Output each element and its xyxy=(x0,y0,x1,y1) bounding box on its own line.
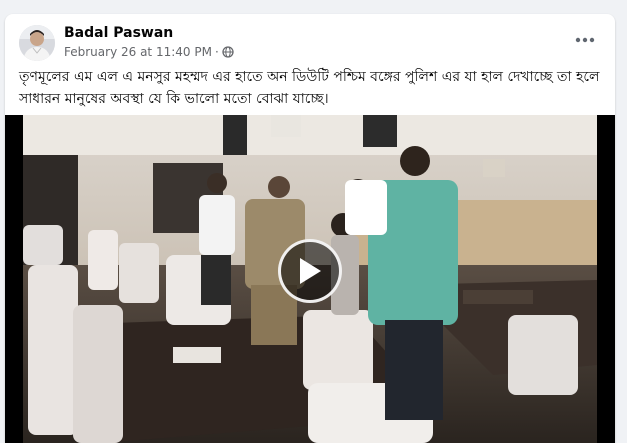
play-button[interactable] xyxy=(278,239,342,303)
more-options-icon xyxy=(575,37,595,43)
globe-icon[interactable] xyxy=(222,46,234,58)
author-avatar[interactable] xyxy=(19,25,55,61)
post-timestamp[interactable]: February 26 at 11:40 PM xyxy=(64,45,212,59)
video-player[interactable] xyxy=(5,115,615,443)
post-meta: February 26 at 11:40 PM · xyxy=(64,45,234,59)
more-options-button[interactable] xyxy=(569,28,601,52)
meta-separator: · xyxy=(214,45,219,59)
play-icon xyxy=(300,258,321,284)
avatar-photo xyxy=(19,25,55,61)
post-caption: তৃণমূলের এম এল এ মনসুর মহম্মদ এর হাতে অন… xyxy=(19,69,600,107)
author-name[interactable]: Badal Paswan xyxy=(64,25,173,41)
facebook-post: Badal Paswan February 26 at 11:40 PM · ত… xyxy=(5,14,615,443)
